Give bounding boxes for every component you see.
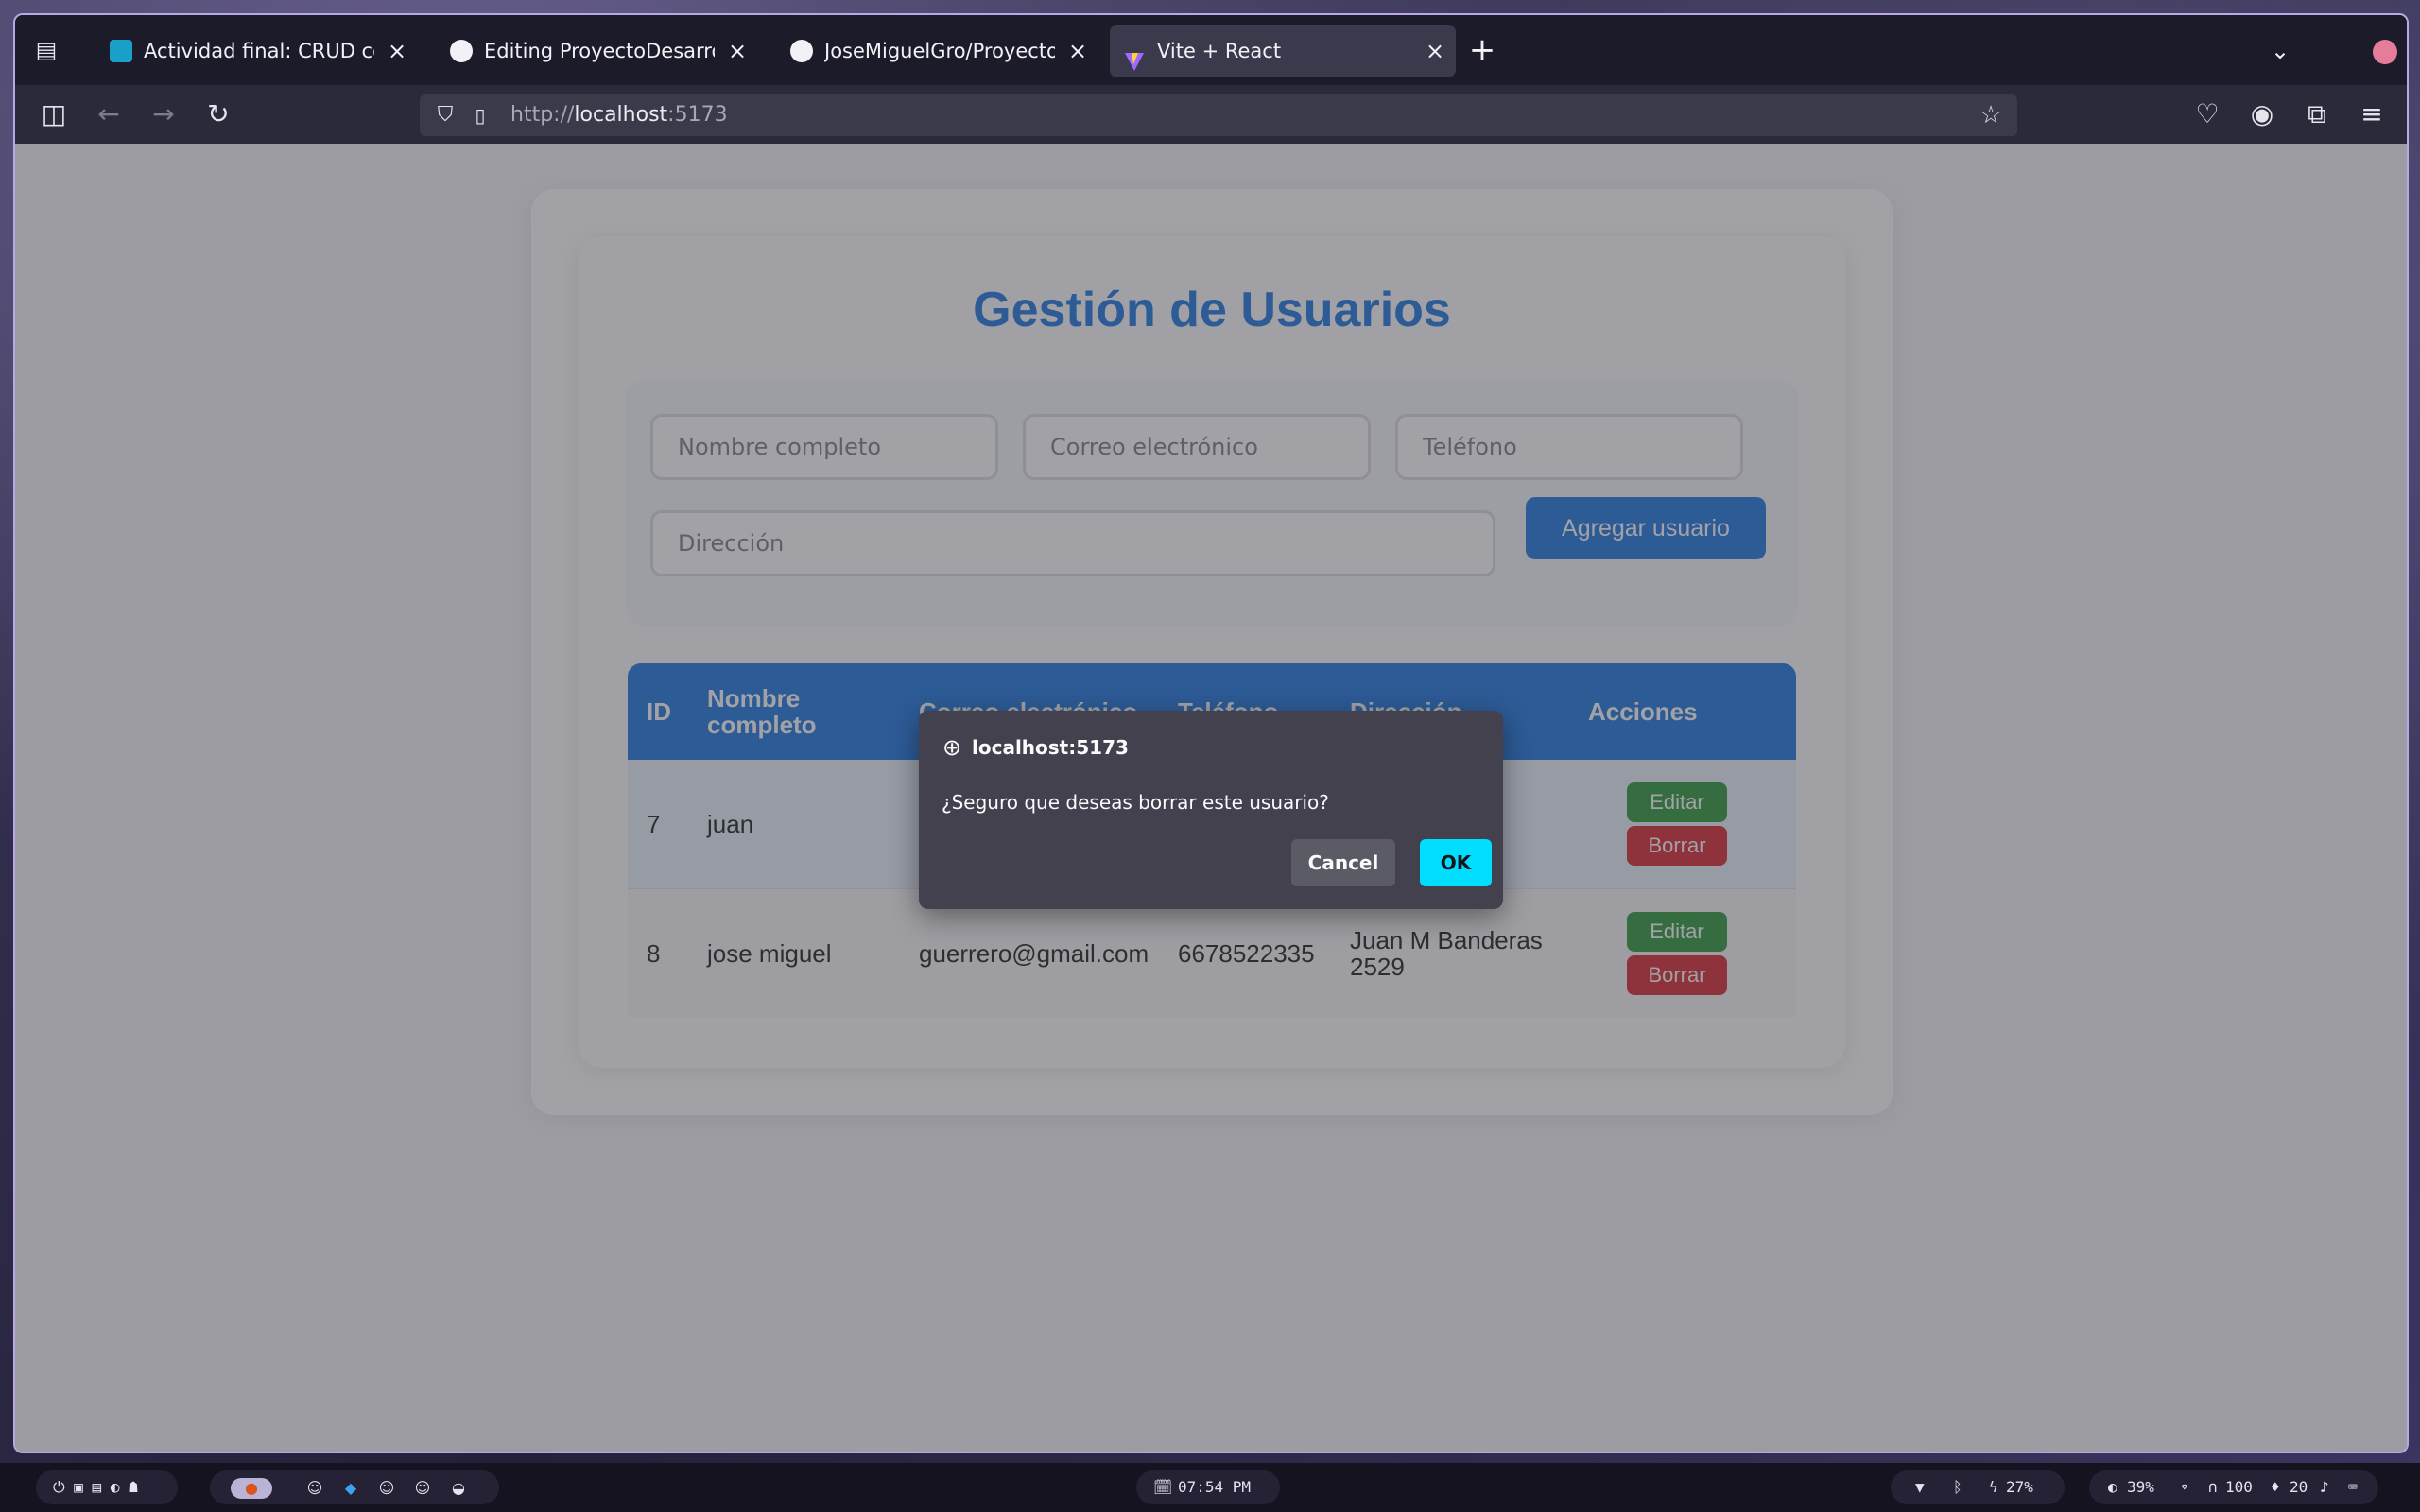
fox-app-icon[interactable]: ☺ bbox=[304, 1478, 325, 1499]
new-tab-button[interactable]: + bbox=[1467, 34, 1497, 66]
bluetooth-icon: ᛒ bbox=[1953, 1478, 1962, 1496]
github-icon bbox=[450, 40, 473, 62]
confirm-dialog: ⊕ localhost:5173 ¿Seguro que deseas borr… bbox=[919, 711, 1503, 909]
sidebar-toggle-icon[interactable]: ◫ bbox=[38, 98, 70, 130]
tab-editing[interactable]: Editing ProyectoDesarrolloWeb × bbox=[437, 25, 758, 77]
terminal-icon[interactable]: ◒ bbox=[448, 1478, 469, 1499]
reload-icon[interactable]: ↻ bbox=[202, 98, 234, 130]
page-icon[interactable]: ▯ bbox=[469, 102, 492, 129]
navigation-bar: ◫ ← → ↻ ⛉ ▯ http://localhost:5173 ☆ ♡ ◉ … bbox=[15, 85, 2407, 144]
globe-icon: ⊕ bbox=[942, 734, 962, 761]
status-widget[interactable]: ◐ 39% ⌔ ∩ 100 ♦ 20 ♪ ⌨ bbox=[2089, 1470, 2378, 1504]
tab-vite-react[interactable]: Vite + React × bbox=[1110, 25, 1456, 77]
vite-icon bbox=[1123, 40, 1146, 71]
brightness-text: 39% bbox=[2127, 1478, 2154, 1496]
tab-actividad-final[interactable]: Actividad final: CRUD completo × bbox=[96, 25, 418, 77]
extensions-icon[interactable]: ⧉ bbox=[2301, 98, 2333, 130]
app-dock: ● ☺ ◆ ☺ ☺ ◒ bbox=[210, 1470, 499, 1504]
chevron-down-icon[interactable]: ⌄ bbox=[2265, 36, 2295, 66]
url-host: localhost bbox=[574, 103, 668, 127]
close-icon[interactable]: × bbox=[726, 25, 749, 77]
headphones-text: 100 bbox=[2225, 1478, 2253, 1496]
vscode-icon[interactable]: ◆ bbox=[340, 1478, 361, 1499]
dialog-message: ¿Seguro que deseas borrar este usuario? bbox=[942, 791, 1329, 814]
address-bar[interactable]: ⛉ ▯ http://localhost:5173 ☆ bbox=[420, 94, 2017, 136]
clock-widget[interactable]: 🗓 07:54 PM bbox=[1136, 1470, 1280, 1504]
close-icon[interactable]: × bbox=[1424, 25, 1446, 77]
mic-text: 20 bbox=[2290, 1478, 2308, 1496]
notification-icon: ♪ bbox=[2320, 1478, 2329, 1496]
wifi-icon: ▼ bbox=[1915, 1478, 1925, 1496]
network-icon: ⌔ bbox=[2180, 1478, 2189, 1496]
tab-list-icon[interactable]: ▤ bbox=[32, 36, 60, 64]
pocket-icon[interactable]: ♡ bbox=[2191, 98, 2223, 130]
back-icon[interactable]: ← bbox=[93, 98, 125, 130]
cancel-button[interactable]: Cancel bbox=[1291, 839, 1395, 886]
ok-button[interactable]: OK bbox=[1420, 839, 1492, 886]
recording-indicator bbox=[2373, 40, 2397, 64]
account-icon[interactable]: ◉ bbox=[2246, 98, 2278, 130]
system-taskbar: ⏻ ▣ ▤ ◐ ☗ ● ☺ ◆ ☺ ☺ ◒ 🗓 07:54 PM ▼ ᛒ ϟ 2… bbox=[0, 1463, 2420, 1512]
tab-title: Vite + React bbox=[1157, 40, 1282, 62]
tab-bar: ▤ Actividad final: CRUD completo × Editi… bbox=[15, 15, 2407, 85]
tab-title: JoseMiguelGro/ProyectoDesarrollo bbox=[824, 40, 1055, 62]
battery-icon: ϟ bbox=[1989, 1478, 1998, 1496]
battery-text: 27% bbox=[2006, 1478, 2033, 1496]
firefox-icon[interactable]: ● bbox=[231, 1478, 272, 1499]
system-tray-left: ⏻ ▣ ▤ ◐ ☗ bbox=[36, 1470, 178, 1504]
connectivity-widget[interactable]: ▼ ᛒ ϟ 27% bbox=[1891, 1470, 2065, 1504]
classroom-icon bbox=[110, 40, 132, 62]
url-port: :5173 bbox=[667, 103, 728, 127]
brightness-icon: ◐ bbox=[2108, 1478, 2118, 1496]
bookmark-star-icon[interactable]: ☆ bbox=[1978, 102, 2004, 129]
url-prefix: http:// bbox=[510, 103, 575, 127]
power-icons[interactable]: ⏻ ▣ ▤ ◐ ☗ bbox=[53, 1470, 138, 1504]
headphones-icon: ∩ bbox=[2208, 1478, 2218, 1496]
keyboard-icon: ⌨ bbox=[2348, 1478, 2358, 1496]
url-text[interactable]: http://localhost:5173 bbox=[510, 94, 728, 136]
tab-repo[interactable]: JoseMiguelGro/ProyectoDesarrollo × bbox=[777, 25, 1098, 77]
fox-app-icon[interactable]: ☺ bbox=[412, 1478, 433, 1499]
mic-icon: ♦ bbox=[2271, 1478, 2280, 1496]
clock-text: 07:54 PM bbox=[1178, 1478, 1252, 1496]
dialog-origin: localhost:5173 bbox=[972, 736, 1129, 759]
shield-icon[interactable]: ⛉ bbox=[433, 102, 458, 129]
menu-icon[interactable]: ≡ bbox=[2356, 98, 2388, 130]
forward-icon[interactable]: → bbox=[147, 98, 180, 130]
github-icon bbox=[790, 40, 813, 62]
page-viewport: Gestión de Usuarios Agregar usuario bbox=[15, 144, 2407, 1452]
calendar-icon: 🗓 bbox=[1153, 1478, 1173, 1496]
tab-title: Actividad final: CRUD completo bbox=[144, 40, 374, 62]
fox-app-icon[interactable]: ☺ bbox=[376, 1478, 397, 1499]
browser-window: ▤ Actividad final: CRUD completo × Editi… bbox=[13, 13, 2409, 1453]
close-icon[interactable]: × bbox=[386, 25, 408, 77]
tab-title: Editing ProyectoDesarrolloWeb bbox=[484, 40, 715, 62]
close-icon[interactable]: × bbox=[1066, 25, 1089, 77]
